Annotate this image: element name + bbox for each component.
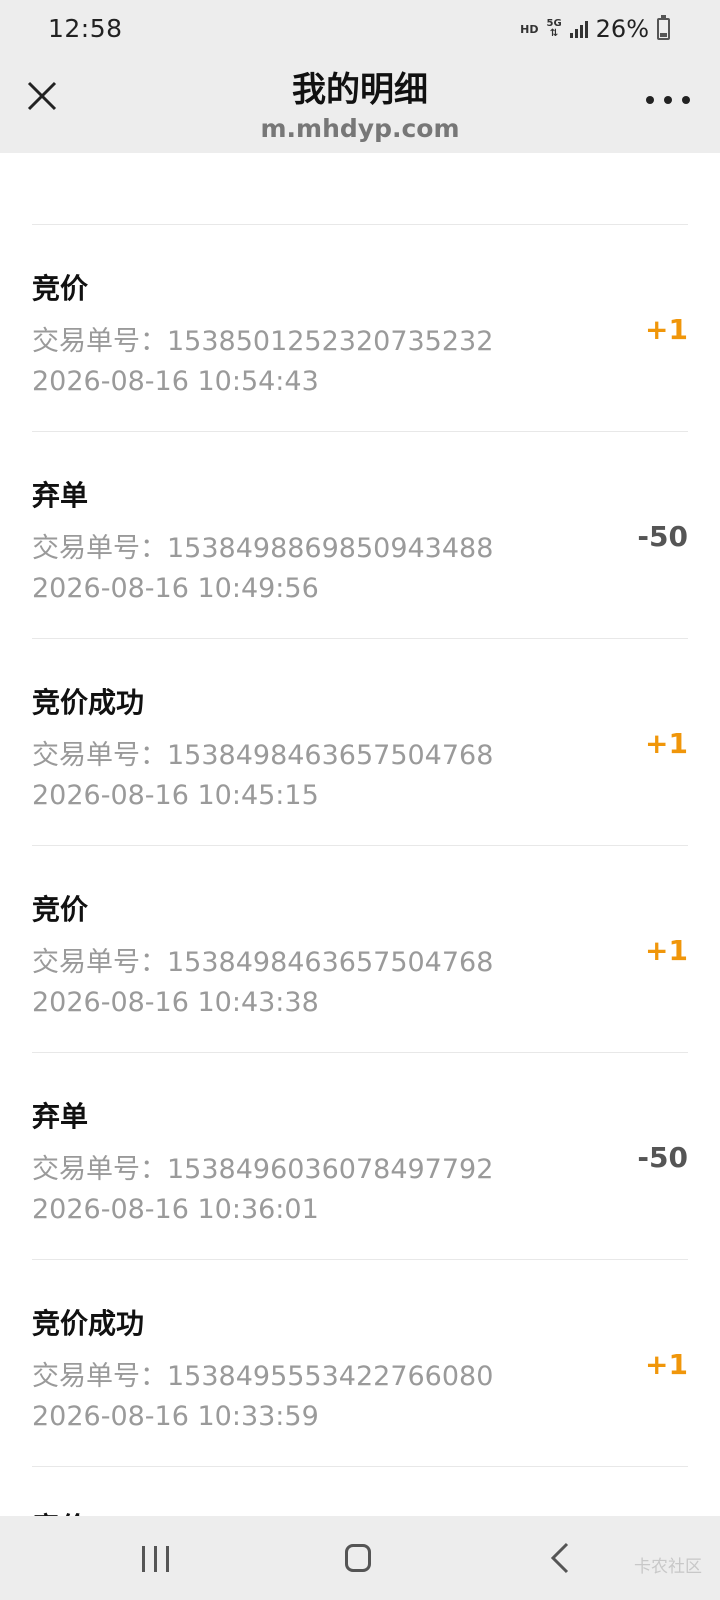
transaction-row[interactable]: 竞价成功 交易单号：1538495553422766080 2026-08-16… <box>32 1259 688 1466</box>
transaction-type: 竞价成功 <box>32 1307 145 1340</box>
recent-apps-icon <box>154 1546 157 1572</box>
transaction-order-number: 交易单号：1538501252320735232 <box>32 326 494 357</box>
transaction-row[interactable]: 竞价 交易单号：1538498463657504768 2026-08-16 1… <box>32 845 688 1052</box>
status-icons: HD 5G ⇅ 26% <box>520 14 670 44</box>
transaction-time: 2026-08-16 10:49:56 <box>32 573 319 604</box>
transaction-amount: +1 <box>645 1348 688 1381</box>
transaction-row[interactable]: 弃单 交易单号：1538498869850943488 2026-08-16 1… <box>32 431 688 638</box>
recent-apps-icon <box>166 1546 169 1572</box>
page-title: 我的明细 <box>292 70 428 110</box>
transaction-time: 2026-08-16 10:45:15 <box>32 780 319 811</box>
battery-percent: 26% <box>595 15 649 43</box>
recent-apps-button[interactable] <box>142 1546 169 1572</box>
transaction-amount: +1 <box>645 727 688 760</box>
status-bar: 12:58 HD 5G ⇅ 26% <box>0 0 720 56</box>
transaction-order-number: 交易单号：1538498463657504768 <box>32 740 494 771</box>
transaction-type: 竞价 <box>32 272 89 305</box>
more-icon-dot <box>646 96 654 104</box>
transaction-time: 2026-08-16 10:36:01 <box>32 1194 319 1225</box>
transaction-amount: -50 <box>637 520 688 553</box>
transaction-type: 弃单 <box>32 479 89 512</box>
transaction-order-number: 交易单号：1538495553422766080 <box>32 1361 494 1392</box>
back-button[interactable] <box>550 1542 570 1578</box>
list-divider <box>32 1466 688 1467</box>
back-chevron-icon <box>550 1542 569 1574</box>
recent-apps-icon <box>142 1546 145 1572</box>
status-time: 12:58 <box>48 14 123 43</box>
transaction-row[interactable]: 竞价成功 交易单号：1538498463657504768 2026-08-16… <box>32 638 688 845</box>
transaction-type: 竞价成功 <box>32 686 145 719</box>
transaction-time: 2026-08-16 10:33:59 <box>32 1401 319 1432</box>
page-url: m.mhdyp.com <box>260 114 460 143</box>
transaction-amount: +1 <box>645 934 688 967</box>
more-icon-dot <box>664 96 672 104</box>
battery-icon <box>657 15 670 40</box>
signal-icon <box>569 20 588 38</box>
transaction-order-number: 交易单号：1538498869850943488 <box>32 533 494 564</box>
system-nav-bar: 卡农社区 <box>0 1516 720 1600</box>
more-icon-dot <box>682 96 690 104</box>
transaction-order-number: 交易单号：1538496036078497792 <box>32 1154 494 1185</box>
home-button[interactable] <box>345 1544 371 1572</box>
transaction-list: 竞价 交易单号：1538501252320735232 2026-08-16 1… <box>32 224 688 1467</box>
watermark-text: 卡农社区 <box>634 1557 702 1577</box>
transaction-type: 弃单 <box>32 1100 89 1133</box>
transaction-time: 2026-08-16 10:54:43 <box>32 366 319 397</box>
transaction-row[interactable]: 竞价 交易单号：1538501252320735232 2026-08-16 1… <box>32 224 688 431</box>
transaction-order-number: 交易单号：1538498463657504768 <box>32 947 494 978</box>
transaction-type: 竞价 <box>32 893 89 926</box>
transaction-row[interactable]: 弃单 交易单号：1538496036078497792 2026-08-16 1… <box>32 1052 688 1259</box>
network-5g-icon: 5G ⇅ <box>546 19 561 39</box>
header-bar: 我的明细 m.mhdyp.com <box>0 56 720 153</box>
transaction-time: 2026-08-16 10:43:38 <box>32 987 319 1018</box>
transaction-amount: +1 <box>645 313 688 346</box>
battery-fill <box>660 33 667 37</box>
hd-badge: HD <box>520 22 539 36</box>
data-arrows-icon: ⇅ <box>549 28 559 39</box>
more-button[interactable] <box>646 80 690 120</box>
transaction-amount: -50 <box>637 1141 688 1174</box>
